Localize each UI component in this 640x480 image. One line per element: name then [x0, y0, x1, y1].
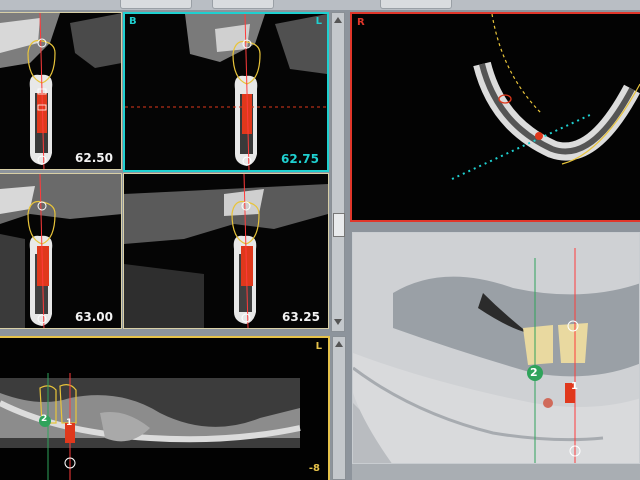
corner-label-left: R: [357, 17, 365, 28]
slice-position-label: 63.25: [282, 310, 320, 324]
vertical-scrollbar-lower[interactable]: [332, 336, 346, 480]
screen-bottom-edge: [352, 464, 640, 480]
slice-position-label: 62.75: [281, 152, 319, 166]
top-toolbar: [0, 0, 640, 10]
implant-label-red: 1: [66, 418, 73, 428]
slice-view-4[interactable]: 63.25: [123, 173, 329, 329]
implant-label-green: 2: [41, 414, 48, 424]
panoramic-view[interactable]: L -8 2 1: [0, 336, 330, 480]
panoramic-image: [0, 338, 328, 480]
slice-position-label: 63.00: [75, 310, 113, 324]
scroll-down-arrow[interactable]: [334, 319, 342, 325]
3d-render-image: [353, 233, 639, 463]
3d-render-view[interactable]: 2 1: [352, 232, 640, 464]
slice-position-label: 62.50: [75, 151, 113, 165]
toolbar-button[interactable]: [120, 0, 192, 9]
toolbar-button[interactable]: [212, 0, 274, 9]
vertical-scrollbar[interactable]: [331, 12, 345, 332]
corner-label-right: L: [315, 16, 322, 27]
slice-view-1[interactable]: 62.50: [0, 12, 122, 170]
scroll-up-arrow[interactable]: [334, 17, 342, 23]
slice-view-3[interactable]: 63.00: [0, 173, 122, 329]
implant-label-green: 2: [530, 366, 538, 379]
slice-image: [124, 174, 328, 328]
corner-label-left: B: [129, 16, 137, 27]
arch-view[interactable]: R: [350, 12, 640, 222]
implant-label-red: 1: [571, 381, 578, 392]
slice-image: [0, 174, 121, 328]
depth-label: -8: [308, 463, 320, 474]
scroll-up-arrow[interactable]: [335, 341, 343, 347]
slice-image: [125, 14, 327, 170]
scroll-thumb[interactable]: [333, 213, 345, 237]
slice-image: [0, 13, 121, 169]
slice-view-2[interactable]: B L 62.75: [123, 12, 329, 172]
toolbar-button[interactable]: [380, 0, 452, 9]
corner-label-right: L: [315, 341, 322, 352]
arch-image: [352, 14, 640, 220]
